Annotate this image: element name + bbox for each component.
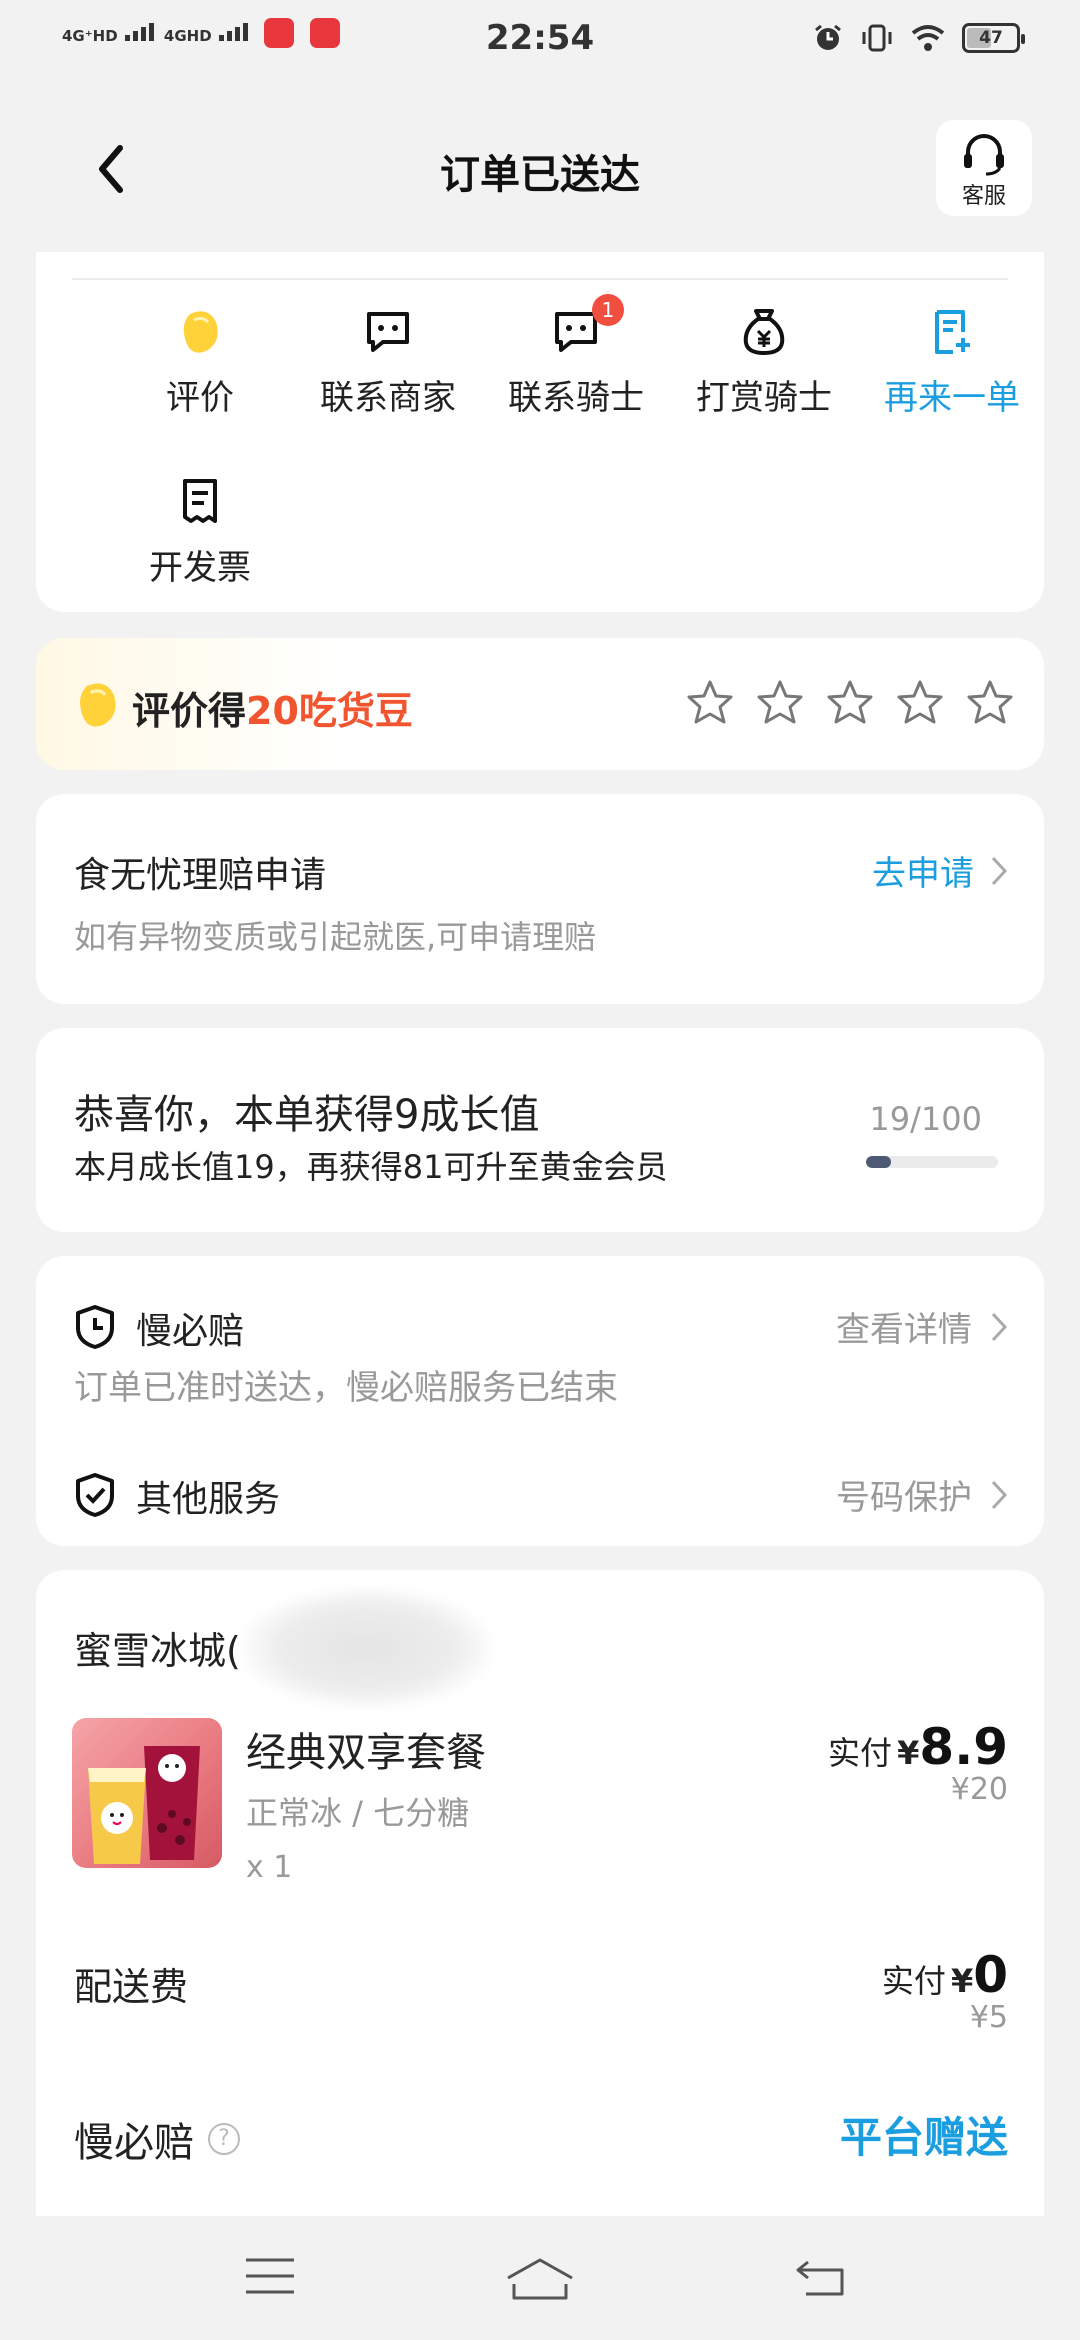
wifi-icon — [911, 25, 945, 51]
growth-progress-fill — [866, 1156, 892, 1168]
delivery-fee-price: 实付 ¥0 ¥5 — [882, 1946, 1008, 2035]
page-title: 订单已送达 — [440, 152, 640, 198]
system-nav-bar — [0, 2216, 1080, 2340]
slow-compensation-note: 订单已准时送达，慢必赔服务已结束 — [74, 1368, 618, 1408]
star-icon[interactable] — [964, 678, 1016, 728]
food-claim-card[interactable]: 食无忧理赔申请 如有异物变质或引起就医,可申请理赔 去申请 — [36, 794, 1044, 1004]
bean-icon — [183, 311, 218, 353]
review-reward-text: 评价得20吃货豆 — [132, 680, 413, 735]
customer-service-label: 客服 — [961, 184, 1006, 209]
status-bar: 4G⁺HD 4GHD 22:54 47 — [0, 0, 1080, 84]
action-contact-rider[interactable]: 1 联系骑士 — [486, 294, 666, 419]
paid-label: 实付 — [828, 1734, 893, 1772]
clock-shield-icon — [76, 1305, 114, 1349]
action-review[interactable]: 评价 — [110, 302, 290, 419]
order-details-card: 蜜雪冰城( 经典双享套餐 正常冰 / 七分糖 x 1 实付 ¥8.9 ¥20 配… — [36, 1570, 1044, 2270]
product-name: 经典双享套餐 — [246, 1730, 486, 1776]
product-price: 实付 ¥8.9 ¥20 — [828, 1718, 1008, 1807]
slow-compensation-title: 慢必赔 — [136, 1311, 245, 1352]
review-reward-card[interactable]: 评价得20吃货豆 — [36, 638, 1044, 770]
paid-amount: 8.9 — [919, 1718, 1008, 1776]
action-tip-rider[interactable]: 打赏骑士 — [674, 302, 854, 419]
paid-label: 实付 — [881, 1962, 946, 2000]
growth-points-card: 恭喜你，本单获得9成长值 本月成长值19，再获得81可升至黄金会员 19/100 — [36, 1028, 1044, 1232]
currency-symbol: ¥ — [950, 1962, 974, 2000]
slow-compensation-detail-label: 查看详情 — [836, 1310, 972, 1350]
growth-title: 恭喜你，本单获得9成长值 — [74, 1092, 540, 1138]
claim-apply-label: 去申请 — [872, 854, 974, 894]
original-price: ¥20 — [950, 1772, 1008, 1807]
shield-check-icon — [76, 1473, 114, 1517]
receipt-icon — [183, 479, 217, 523]
customer-service-button[interactable]: 客服 — [936, 120, 1032, 216]
star-icon[interactable] — [684, 678, 736, 728]
action-invoice[interactable]: 开发票 — [110, 472, 290, 589]
redaction-blur — [242, 1588, 492, 1708]
header: 订单已送达 客服 — [0, 84, 1080, 252]
product-quantity: x 1 — [246, 1850, 293, 1885]
slow-compensation-row[interactable]: 慢必赔 查看详情 — [74, 1294, 1008, 1354]
claim-title: 食无忧理赔申请 — [74, 855, 327, 896]
chevron-right-icon — [991, 856, 1008, 885]
slow-compensation-fee-row: 慢必赔 ? — [74, 2110, 240, 2168]
slow-compensation-fee-label: 慢必赔 — [74, 2120, 194, 2166]
product-image[interactable] — [72, 1718, 222, 1868]
action-tip-rider-label: 打赏骑士 — [696, 378, 832, 418]
chat-icon — [367, 312, 409, 352]
back-nav-icon[interactable] — [794, 2254, 850, 2300]
number-protection-link[interactable]: 号码保护 — [836, 1470, 1008, 1519]
reorder-icon — [935, 310, 970, 354]
star-icon[interactable] — [894, 678, 946, 728]
help-icon[interactable]: ? — [208, 2123, 240, 2155]
original-price: ¥5 — [969, 2000, 1008, 2035]
other-services-row[interactable]: 其他服务 号码保护 — [74, 1462, 1008, 1522]
slow-compensation-detail-link[interactable]: 查看详情 — [836, 1302, 1008, 1351]
action-review-label: 评价 — [166, 378, 234, 418]
chevron-right-icon — [991, 1480, 1008, 1509]
star-icon[interactable] — [754, 678, 806, 728]
order-actions-card: 评价 联系商家 1 联系骑士 打赏骑士 再来一单 开发票 — [36, 252, 1044, 612]
review-reward-amount: 20吃货豆 — [246, 689, 413, 733]
status-right: 47 — [812, 22, 1025, 54]
action-reorder-label: 再来一单 — [884, 378, 1020, 418]
unread-badge: 1 — [592, 294, 624, 326]
claim-subtitle: 如有异物变质或引起就医,可申请理赔 — [74, 918, 597, 956]
action-contact-merchant-label: 联系商家 — [320, 378, 456, 418]
chevron-right-icon — [991, 1312, 1008, 1341]
headset-icon — [964, 134, 1004, 176]
claim-apply-link[interactable]: 去申请 — [872, 846, 1008, 895]
action-contact-rider-label: 联系骑士 — [508, 378, 644, 418]
currency-symbol: ¥ — [897, 1734, 920, 1772]
drink-cups-illustration — [88, 1746, 200, 1864]
battery-indicator: 47 — [962, 23, 1025, 53]
growth-subtitle: 本月成长值19，再获得81可升至黄金会员 — [74, 1148, 668, 1186]
action-contact-merchant[interactable]: 联系商家 — [298, 302, 478, 419]
action-invoice-label: 开发票 — [149, 548, 251, 588]
review-prefix: 评价得 — [132, 689, 247, 733]
other-services-title: 其他服务 — [136, 1479, 281, 1520]
action-reorder[interactable]: 再来一单 — [862, 302, 1042, 419]
menu-icon[interactable] — [244, 2254, 296, 2298]
number-protection-label: 号码保护 — [836, 1478, 972, 1518]
vibrate-icon — [862, 24, 892, 52]
battery-level: 47 — [979, 28, 1003, 48]
star-icon[interactable] — [824, 678, 876, 728]
home-icon[interactable] — [504, 2254, 576, 2304]
paid-amount: 0 — [973, 1946, 1008, 2004]
delivery-fee-label: 配送费 — [74, 1965, 189, 2009]
services-card: 慢必赔 查看详情 订单已准时送达，慢必赔服务已结束 其他服务 号码保护 — [36, 1256, 1044, 1546]
divider — [72, 278, 1008, 280]
star-rating[interactable] — [684, 678, 1016, 728]
alarm-icon — [815, 24, 841, 50]
shop-name[interactable]: 蜜雪冰城( — [74, 1620, 241, 1675]
growth-count: 19/100 — [869, 1100, 982, 1138]
growth-progress-bar — [866, 1156, 998, 1168]
platform-gift-label: 平台赠送 — [839, 2113, 1008, 2162]
bean-icon — [80, 683, 116, 727]
product-spec: 正常冰 / 七分糖 — [246, 1794, 470, 1832]
money-bag-icon — [743, 309, 785, 355]
